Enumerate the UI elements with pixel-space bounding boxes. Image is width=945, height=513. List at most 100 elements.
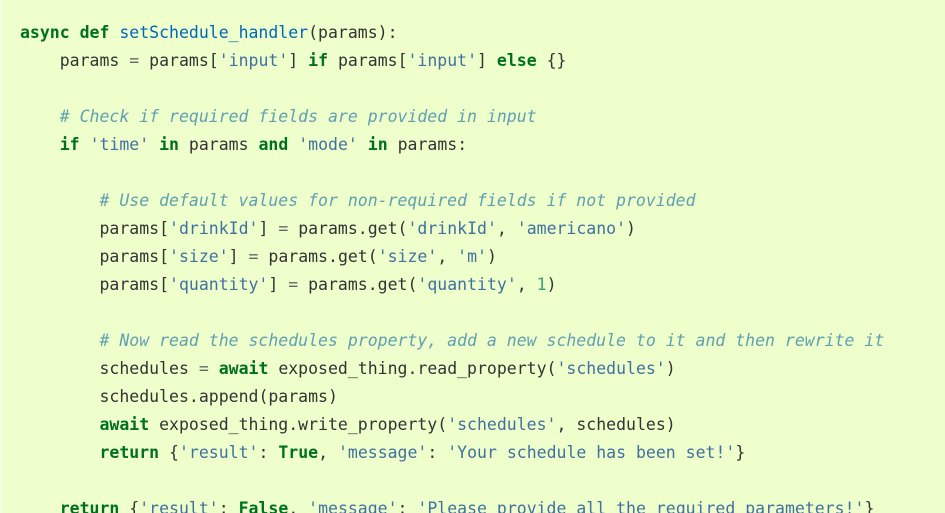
keyword-false: False — [238, 499, 289, 513]
code-line-15: await exposed_thing.write_property('sche… — [20, 411, 945, 439]
string-drinkid: 'drinkId' — [169, 219, 259, 238]
punct-close-paren: ) — [665, 415, 676, 434]
punct-bracket: [ — [397, 51, 408, 70]
keyword-in: in — [367, 135, 388, 154]
comment-check-required-fields: # Check if required fields are provided … — [59, 107, 537, 126]
keyword-if: if — [59, 135, 80, 154]
punct-close-paren: ) — [486, 247, 497, 266]
ident-params: params — [149, 51, 209, 70]
punct-dot: . — [367, 275, 378, 294]
code-line-11-blank — [20, 299, 945, 327]
ident-exposed-thing: exposed_thing — [278, 359, 408, 378]
punct-close-paren: ) — [626, 219, 636, 238]
code-line-8: params['drinkId'] = params.get('drinkId'… — [20, 215, 945, 243]
punct-comma: , — [516, 275, 527, 294]
punct-comma: , — [318, 443, 329, 462]
method-get: get — [337, 247, 368, 266]
method-write-property: write_property — [298, 415, 438, 434]
string-schedules: 'schedules' — [556, 359, 666, 378]
number-one: 1 — [536, 275, 547, 294]
operator-assign: = — [278, 219, 289, 238]
punct-close-paren-colon: ): — [377, 23, 398, 42]
operator-assign: = — [288, 275, 299, 294]
string-result: 'result' — [178, 443, 259, 462]
code-line-17-blank — [20, 467, 945, 495]
punct-bracket: ] — [477, 51, 487, 70]
ident-params: params — [397, 135, 458, 154]
punct-bracket: ] — [228, 247, 239, 266]
punct-open-paren: ( — [258, 387, 269, 406]
string-time: 'time' — [89, 135, 150, 154]
string-message: 'message' — [308, 499, 398, 513]
ident-params: params — [188, 135, 249, 154]
method-get: get — [367, 219, 398, 238]
punct-close-brace: } — [735, 443, 746, 462]
method-append: append — [198, 387, 259, 406]
code-block: async def setSchedule_handler(params): p… — [0, 0, 945, 513]
ident-params: params — [268, 387, 328, 406]
string-americano: 'americano' — [516, 219, 627, 238]
ident-params: params — [99, 247, 160, 266]
punct-comma: , — [556, 415, 567, 434]
code-line-7: # Use default values for non-required fi… — [20, 187, 945, 215]
comment-read-schedules: # Now read the schedules property, add a… — [99, 331, 885, 350]
punct-open-paren: ( — [437, 415, 448, 434]
keyword-return: return — [99, 443, 160, 462]
punct-comma: , — [288, 499, 299, 513]
keyword-await: await — [99, 415, 150, 434]
string-drinkid: 'drinkId' — [407, 219, 497, 238]
keyword-if: if — [308, 51, 329, 70]
ident-params: params — [308, 275, 368, 294]
punct-bracket: [ — [208, 51, 219, 70]
punct-colon: : — [427, 443, 438, 462]
punct-dot: . — [328, 247, 338, 266]
punct-empty-dict: {} — [546, 51, 567, 70]
operator-assign: = — [129, 51, 140, 70]
operator-assign: = — [248, 247, 259, 266]
ident-params: params — [59, 51, 120, 70]
punct-dot: . — [288, 415, 299, 434]
string-result: 'result' — [139, 499, 219, 513]
ident-params: params — [298, 219, 358, 238]
code-line-13: schedules = await exposed_thing.read_pro… — [20, 355, 945, 383]
comment-default-values: # Use default values for non-required fi… — [99, 191, 696, 210]
keyword-return: return — [59, 499, 120, 513]
code-line-12: # Now read the schedules property, add a… — [20, 327, 945, 355]
punct-comma: , — [437, 247, 448, 266]
ident-params: params — [268, 247, 328, 266]
punct-bracket: ] — [288, 51, 299, 70]
string-mode: 'mode' — [298, 135, 358, 154]
punct-dot: . — [357, 219, 368, 238]
string-m: 'm' — [457, 247, 487, 266]
code-line-9: params['size'] = params.get('size', 'm') — [20, 243, 945, 271]
string-input: 'input' — [218, 51, 289, 70]
punct-colon: : — [457, 135, 468, 154]
punct-bracket: [ — [159, 275, 170, 294]
ident-schedules: schedules — [99, 359, 189, 378]
punct-open-brace: { — [169, 443, 179, 462]
ident-exposed-thing: exposed_thing — [159, 415, 289, 434]
code-line-2: params = params['input'] if params['inpu… — [20, 47, 945, 75]
punct-close-paren: ) — [327, 387, 338, 406]
code-line-1: async def setSchedule_handler(params): — [20, 19, 945, 47]
punct-close-brace: } — [864, 499, 875, 513]
code-content[interactable]: async def setSchedule_handler(params): p… — [2, 0, 945, 513]
method-read-property: read_property — [417, 359, 547, 378]
punct-close-paren: ) — [546, 275, 557, 294]
code-line-16: return {'result': True, 'message': 'Your… — [20, 439, 945, 467]
ident-params: params — [99, 275, 160, 294]
operator-assign: = — [198, 359, 209, 378]
punct-colon: : — [218, 499, 229, 513]
punct-dot: . — [188, 387, 199, 406]
punct-open-paren: ( — [308, 23, 319, 42]
string-size: 'size' — [169, 247, 229, 266]
code-line-10: params['quantity'] = params.get('quantit… — [20, 271, 945, 299]
code-line-6-blank — [20, 159, 945, 187]
param-params: params — [318, 23, 378, 42]
string-success-message: 'Your schedule has been set!' — [447, 443, 736, 462]
code-line-4: # Check if required fields are provided … — [20, 103, 945, 131]
string-message: 'message' — [337, 443, 428, 462]
string-quantity: 'quantity' — [417, 275, 517, 294]
punct-bracket: ] — [258, 219, 269, 238]
ident-params: params — [99, 219, 160, 238]
